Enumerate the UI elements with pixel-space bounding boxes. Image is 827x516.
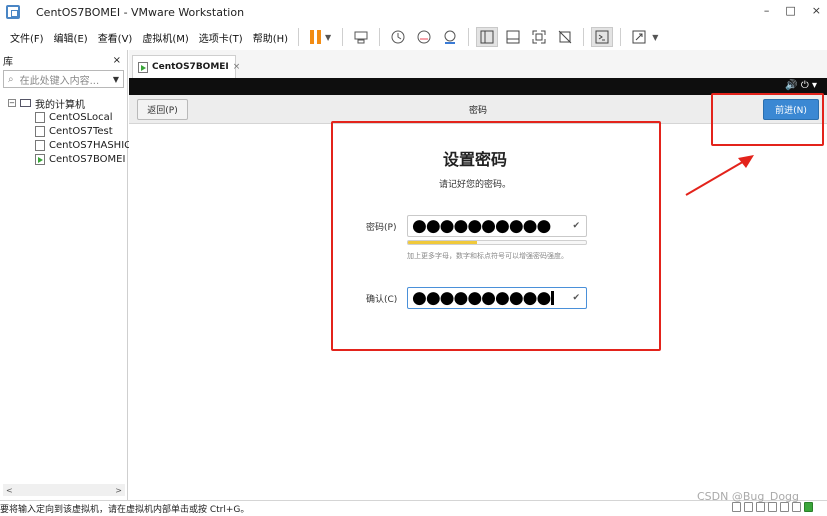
menu-bar: 文件(F) 编辑(E) 查看(V) 虚拟机(M) 选项卡(T) 帮助(H) ▼ …: [0, 24, 827, 50]
toolbar-separator: [342, 28, 344, 46]
show-library-icon[interactable]: [476, 27, 499, 47]
pause-icon[interactable]: [310, 30, 322, 44]
tab-label: CentOS7BOMEI: [152, 62, 229, 72]
search-placeholder: 在此处键入内容...: [19, 75, 100, 87]
scroll-left-icon[interactable]: <: [6, 486, 13, 495]
network-icon[interactable]: [756, 502, 765, 512]
stretch-dropdown-icon[interactable]: ▼: [652, 33, 658, 42]
scroll-right-icon[interactable]: >: [115, 486, 122, 495]
toolbar-separator: [620, 28, 622, 46]
menu-help[interactable]: 帮助(H): [248, 30, 293, 45]
tree-item-vm[interactable]: CentOS7Test: [8, 124, 136, 138]
tab-bar: CentOS7BOMEI ×: [129, 50, 827, 78]
toolbar-separator: [379, 28, 381, 46]
tree-item-label: CentOS7HASHIC: [49, 139, 132, 151]
status-message: 要将输入定向到该虚拟机，请在虚拟机内部单击或按 Ctrl+G。: [0, 505, 250, 515]
library-close-button[interactable]: ×: [113, 55, 121, 66]
tree-item-label: CentOS7Test: [49, 125, 113, 137]
window-controls: – □ ×: [764, 4, 821, 17]
unity-mode-icon[interactable]: [554, 27, 576, 47]
library-search-input[interactable]: ⌕ 在此处键入内容... ▼: [3, 70, 124, 88]
snapshot-icon[interactable]: [387, 27, 409, 47]
vm-icon: [35, 111, 45, 123]
menu-tabs[interactable]: 选项卡(T): [194, 30, 248, 45]
running-vm-icon: [138, 61, 148, 73]
maximize-button[interactable]: □: [785, 4, 795, 17]
library-title: 库: [3, 56, 13, 68]
tree-root-label: 我的计算机: [35, 99, 85, 111]
annotation-box-form: [331, 121, 661, 351]
tree-item-vm[interactable]: CentOS7HASHIC: [8, 138, 136, 152]
hard-disk-icon[interactable]: [732, 502, 741, 512]
library-horizontal-scrollbar[interactable]: < >: [3, 484, 125, 496]
library-panel: 库 × ⌕ 在此处键入内容... ▼ − 我的计算机 CentOSLocal C…: [0, 50, 131, 500]
computer-icon: [20, 99, 31, 107]
minimize-button[interactable]: –: [764, 4, 770, 17]
window-title: CentOS7BOMEI - VMware Workstation: [36, 5, 245, 19]
title-bar: CentOS7BOMEI - VMware Workstation – □ ×: [0, 0, 827, 24]
tab-close-icon[interactable]: ×: [233, 62, 241, 72]
menu-file[interactable]: 文件(F): [0, 30, 49, 45]
cd-drive-icon[interactable]: [744, 502, 753, 512]
notes-icon[interactable]: [804, 502, 813, 512]
revert-snapshot-icon[interactable]: [413, 27, 435, 47]
tree-item-label: CentOS7BOMEI: [49, 153, 126, 165]
library-header: 库 ×: [0, 50, 127, 70]
sound-icon[interactable]: [780, 502, 789, 512]
snapshot-manager-icon[interactable]: [439, 27, 461, 47]
close-button[interactable]: ×: [812, 4, 821, 17]
vm-tree: − 我的计算机 CentOSLocal CentOS7Test CentOS7H…: [0, 96, 131, 166]
printer-icon[interactable]: [792, 502, 801, 512]
thumbnail-bar-icon[interactable]: [502, 27, 524, 47]
vm-icon: [35, 125, 45, 137]
annotation-arrow-icon: [685, 155, 754, 196]
stretch-icon[interactable]: [628, 27, 650, 47]
vmware-logo-icon: [6, 5, 20, 19]
send-ctrl-alt-del-icon[interactable]: [350, 27, 372, 47]
console-view-icon[interactable]: [591, 27, 614, 47]
pause-dropdown-icon[interactable]: ▼: [325, 33, 331, 42]
menu-view[interactable]: 查看(V): [93, 30, 138, 45]
annotation-box-next: [711, 93, 824, 146]
toolbar-separator: [468, 28, 470, 46]
device-status-icons: [732, 502, 813, 512]
tree-item-vm[interactable]: CentOS7BOMEI: [8, 152, 136, 166]
tab-centos7bomei[interactable]: CentOS7BOMEI ×: [132, 55, 240, 78]
tree-item-vm[interactable]: CentOSLocal: [8, 110, 136, 124]
usb-icon[interactable]: [768, 502, 777, 512]
chevron-down-icon[interactable]: ▼: [113, 75, 119, 84]
tree-root-my-computer[interactable]: − 我的计算机: [8, 96, 127, 111]
guest-system-icons[interactable]: 🔊 ⏻ ▾: [785, 80, 817, 91]
menu-vm[interactable]: 虚拟机(M): [137, 30, 193, 45]
tree-item-label: CentOSLocal: [49, 111, 113, 123]
toolbar-separator: [583, 28, 585, 46]
menu-edit[interactable]: 编辑(E): [49, 30, 93, 45]
vm-icon: [35, 139, 45, 151]
full-screen-icon[interactable]: [528, 27, 550, 47]
running-vm-icon: [35, 153, 45, 165]
collapse-icon[interactable]: −: [8, 99, 16, 107]
search-icon: ⌕: [8, 73, 14, 85]
toolbar-separator: [298, 28, 300, 46]
